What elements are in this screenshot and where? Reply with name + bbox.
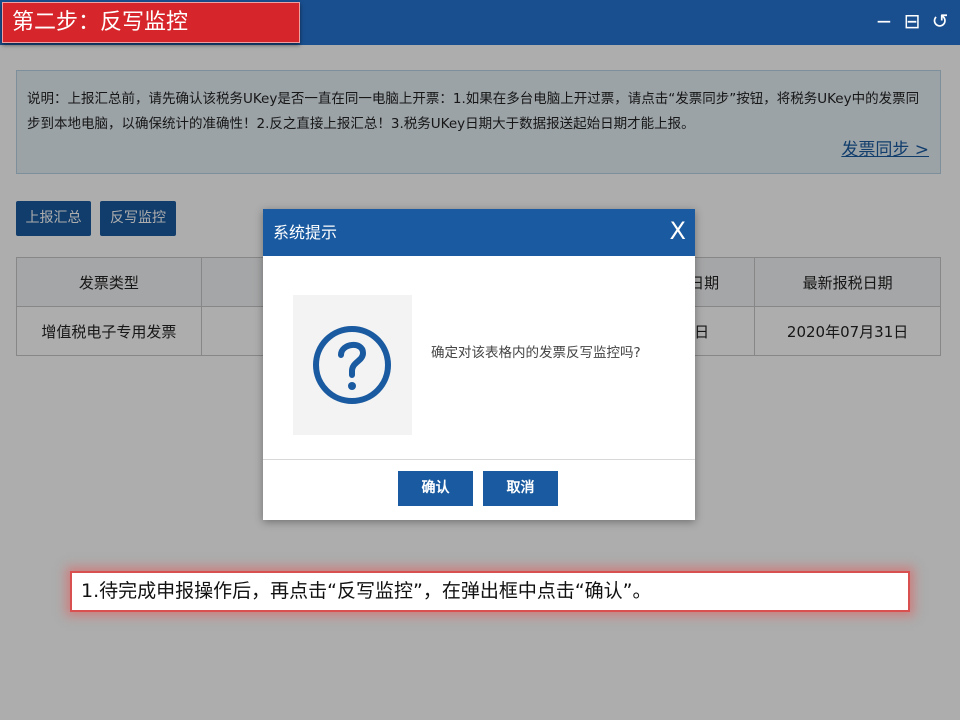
system-prompt-dialog: 系统提示 X 确定对该表格内的发票反写监控吗? 确认 取消 <box>263 209 695 520</box>
close-icon[interactable]: X <box>670 209 686 253</box>
confirm-button[interactable]: 确认 <box>398 471 473 506</box>
restore-icon[interactable]: ⊟ <box>902 8 922 34</box>
dialog-header: 系统提示 X <box>263 209 695 256</box>
minimize-icon[interactable]: − <box>874 8 894 34</box>
top-bar: 第二步：反写监控 − ⊟ ↺ <box>0 0 960 45</box>
step-title: 第二步：反写监控 <box>2 2 300 43</box>
instruction-callout: 1.待完成申报操作后，再点击“反写监控”，在弹出框中点击“确认”。 <box>70 571 910 612</box>
back-icon[interactable]: ↺ <box>930 8 950 34</box>
question-icon-box <box>293 295 412 435</box>
dialog-divider <box>263 459 695 460</box>
dialog-title: 系统提示 <box>273 223 338 242</box>
dialog-message: 确定对该表格内的发票反写监控吗? <box>431 345 641 361</box>
cancel-button[interactable]: 取消 <box>483 471 558 506</box>
question-icon <box>313 326 391 404</box>
window-controls: − ⊟ ↺ <box>874 8 950 34</box>
